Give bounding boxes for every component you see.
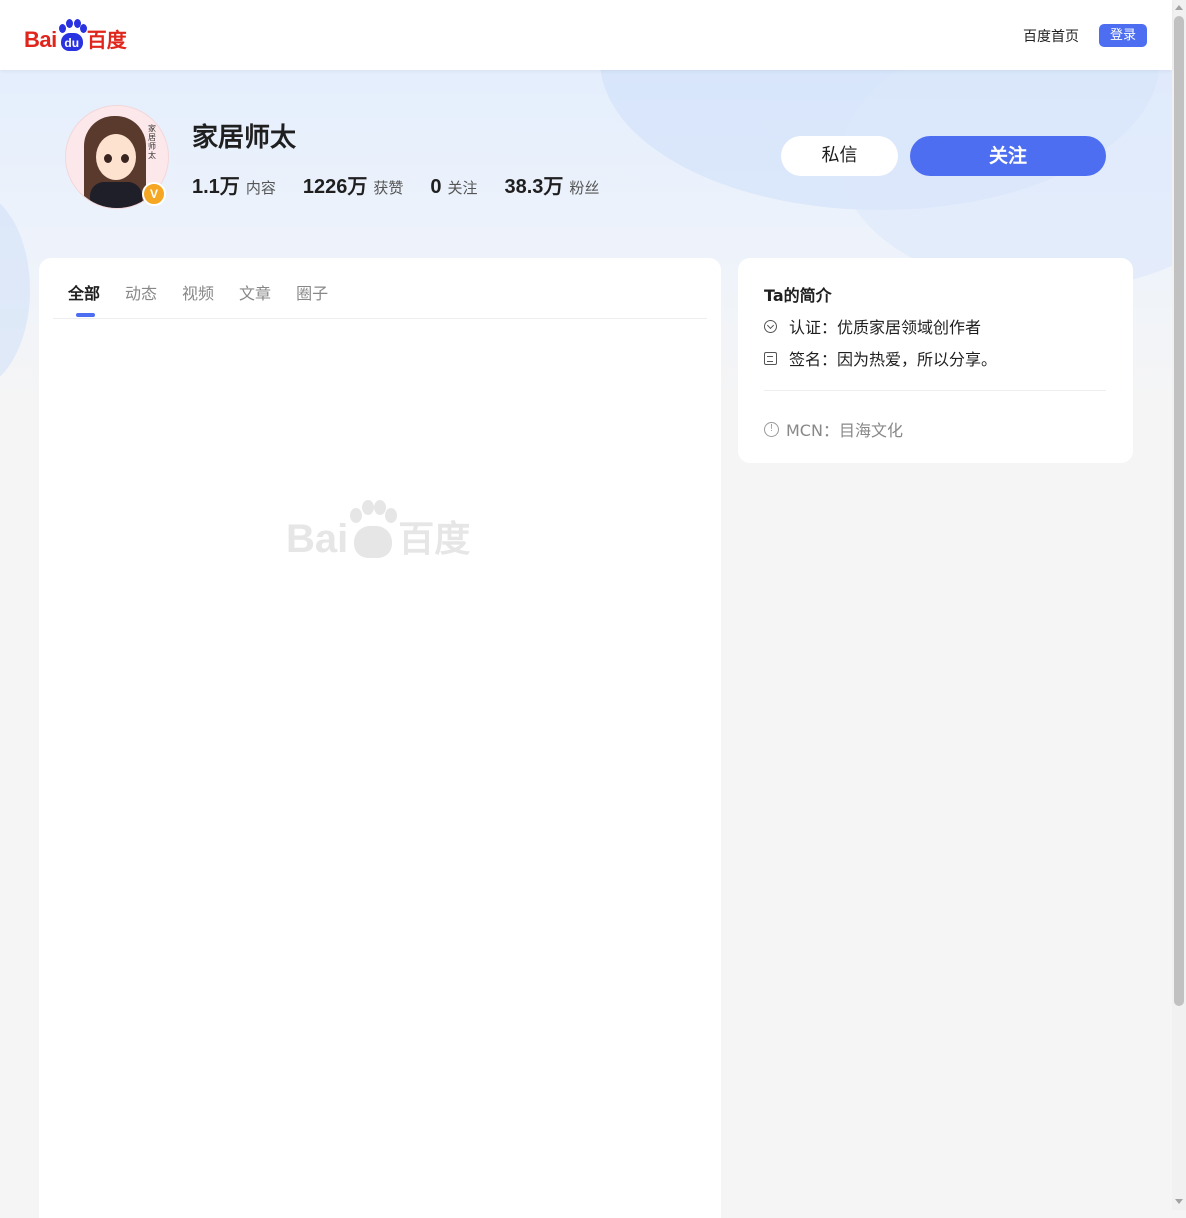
mcn-row: ! MCN：目海文化 <box>764 417 903 441</box>
placeholder-paw-icon <box>348 500 398 562</box>
avatar-caption: 家居师太 <box>148 124 156 160</box>
certification-text: 认证：优质家居领域创作者 <box>789 318 982 337</box>
stat-label: 获赞 <box>373 179 404 197</box>
stat-likes: 1226万 获赞 <box>303 170 404 199</box>
scrollbar-thumb[interactable] <box>1174 16 1184 1006</box>
stat-value: 38.3万 <box>504 176 564 198</box>
intro-card: Ta的简介 认证：优质家居领域创作者 签名：因为热爱，所以分享。 ! MCN：目… <box>738 258 1133 463</box>
intro-title: Ta的简介 <box>764 286 832 305</box>
tab-videos[interactable]: 视频 <box>182 280 214 304</box>
tab-circles[interactable]: 圈子 <box>296 280 328 304</box>
private-message-button[interactable]: 私信 <box>781 136 898 176</box>
signature-text: 签名：因为热爱，所以分享。 <box>789 350 998 369</box>
mcn-text: MCN：目海文化 <box>786 421 903 440</box>
stat-label: 关注 <box>447 179 478 197</box>
tab-articles[interactable]: 文章 <box>239 280 271 304</box>
content-tabs: 全部 动态 视频 文章 圈子 <box>68 280 353 304</box>
follow-button[interactable]: 关注 <box>910 136 1106 176</box>
login-button[interactable]: 登录 <box>1099 24 1147 47</box>
stat-label: 内容 <box>245 179 276 197</box>
stat-value: 0 <box>430 176 442 198</box>
intro-divider <box>764 390 1106 391</box>
tab-updates[interactable]: 动态 <box>125 280 157 304</box>
tab-all[interactable]: 全部 <box>68 280 100 304</box>
tabs-divider <box>53 318 707 319</box>
stat-fans[interactable]: 38.3万 粉丝 <box>504 170 599 199</box>
stat-following[interactable]: 0 关注 <box>430 176 477 199</box>
content-feed-card: 全部 动态 视频 文章 圈子 Bai 百度 <box>39 258 721 1218</box>
verified-badge-icon: V <box>142 182 166 206</box>
placeholder-logo-cn: 百度 <box>398 519 471 560</box>
stat-value: 1.1万 <box>192 176 240 198</box>
vertical-scrollbar[interactable] <box>1172 0 1186 1210</box>
profile-stats: 1.1万 内容 1226万 获赞 0 关注 38.3万 粉丝 <box>192 170 626 199</box>
stat-content: 1.1万 内容 <box>192 170 276 199</box>
loading-placeholder-logo: Bai 百度 <box>286 500 470 562</box>
document-icon <box>764 351 777 365</box>
scroll-up-arrow-icon[interactable] <box>1175 5 1183 10</box>
scroll-down-arrow-icon[interactable] <box>1175 1199 1183 1204</box>
profile-name: 家居师太 <box>192 123 297 153</box>
baidu-logo[interactable]: Bai du 百度 <box>24 17 127 53</box>
check-circle-icon <box>764 319 777 333</box>
baidu-home-link[interactable]: 百度首页 <box>1023 26 1079 46</box>
info-circle-icon: ! <box>764 421 779 437</box>
paw-icon: du <box>57 19 87 53</box>
logo-text-cn: 百度 <box>86 28 127 52</box>
stat-value: 1226万 <box>302 176 368 198</box>
top-navbar: Bai du 百度 百度首页 登录 <box>0 0 1172 70</box>
stat-label: 粉丝 <box>569 179 600 197</box>
active-tab-indicator <box>76 313 95 317</box>
signature-row: 签名：因为热爱，所以分享。 <box>764 346 997 370</box>
certification-row: 认证：优质家居领域创作者 <box>764 314 981 338</box>
logo-text-latin: Bai <box>24 27 57 52</box>
placeholder-logo-latin: Bai <box>286 517 349 561</box>
logo-paw-text: du <box>60 33 83 51</box>
